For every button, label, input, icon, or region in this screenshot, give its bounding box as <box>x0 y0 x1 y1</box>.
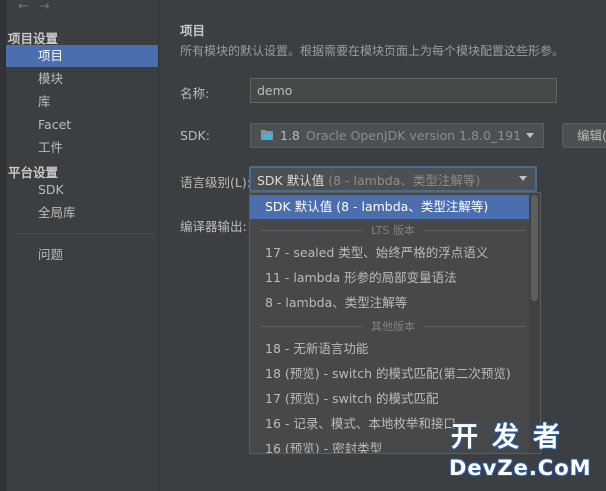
dropdown-item-11[interactable]: 11 - lambda 形参的局部变量语法 <box>250 266 530 290</box>
language-level-select[interactable]: SDK 默认值 (8 - lambda、类型注解等) <box>249 166 537 192</box>
page-title: 项目 <box>180 23 206 38</box>
language-level-value: SDK 默认值 <box>257 172 325 188</box>
language-level-dropdown: SDK 默认值 (8 - lambda、类型注解等) LTS 版本 17 - s… <box>249 192 541 454</box>
project-name-input[interactable] <box>250 78 557 103</box>
sidebar-item-artifacts[interactable]: 工件 <box>6 137 158 159</box>
sidebar-item-global-libraries[interactable]: 全局库 <box>6 202 158 224</box>
dropdown-item-17-preview[interactable]: 17 (预览) - switch 的模式匹配 <box>250 387 530 411</box>
sdk-name: 1.8 <box>280 128 300 143</box>
sdk-label: SDK: <box>180 128 210 143</box>
other-versions-separator: 其他版本 <box>260 320 526 333</box>
sidebar-item-sdks[interactable]: SDK <box>6 179 158 201</box>
dropdown-item-8[interactable]: 8 - lambda、类型注解等 <box>250 291 530 315</box>
watermark-line1: 开发者 <box>451 422 574 453</box>
dropdown-scrollbar[interactable] <box>529 193 540 453</box>
edit-sdk-button[interactable]: 编辑( <box>562 123 606 148</box>
history-nav: ← → <box>18 0 50 20</box>
watermark-line2: DevZe.CoM <box>449 456 592 480</box>
jdk-folder-icon <box>261 130 275 141</box>
sidebar-item-modules[interactable]: 模块 <box>6 68 158 90</box>
sdk-detail: Oracle OpenJDK version 1.8.0_191 <box>305 128 522 143</box>
dropdown-item-17[interactable]: 17 - sealed 类型、始终严格的浮点语义 <box>250 241 530 265</box>
watermark-logo: 开发者 DevZe.CoM <box>449 422 601 486</box>
sidebar-divider <box>14 233 154 234</box>
compiler-output-label: 编译器输出: <box>180 219 247 234</box>
sidebar-item-facets[interactable]: Facet <box>6 114 158 136</box>
sidebar-item-problems[interactable]: 问题 <box>6 244 158 266</box>
sdk-select[interactable]: 1.8 Oracle OpenJDK version 1.8.0_191 <box>250 123 544 148</box>
language-level-detail: (8 - lambda、类型注解等) <box>328 172 481 188</box>
chevron-down-icon <box>526 133 534 138</box>
language-level-label: 语言级别(L): <box>180 175 251 190</box>
scrollbar-thumb[interactable] <box>531 195 538 301</box>
dropdown-item-sdk-default[interactable]: SDK 默认值 (8 - lambda、类型注解等) <box>250 195 530 219</box>
arrow-right-icon[interactable]: → <box>39 0 50 20</box>
dropdown-item-18-preview[interactable]: 18 (预览) - switch 的模式匹配(第二次预览) <box>250 362 530 386</box>
sidebar-item-project[interactable]: 项目 <box>6 45 158 67</box>
arrow-left-icon[interactable]: ← <box>18 0 29 20</box>
page-description: 所有模块的默认设置。根据需要在模块页面上为每个模块配置这些形参。 <box>180 44 565 58</box>
chevron-down-icon <box>519 176 527 181</box>
name-label: 名称: <box>180 86 210 101</box>
sidebar-item-libraries[interactable]: 库 <box>6 91 158 113</box>
dropdown-item-18[interactable]: 18 - 无新语言功能 <box>250 337 530 361</box>
lts-separator: LTS 版本 <box>260 224 526 237</box>
